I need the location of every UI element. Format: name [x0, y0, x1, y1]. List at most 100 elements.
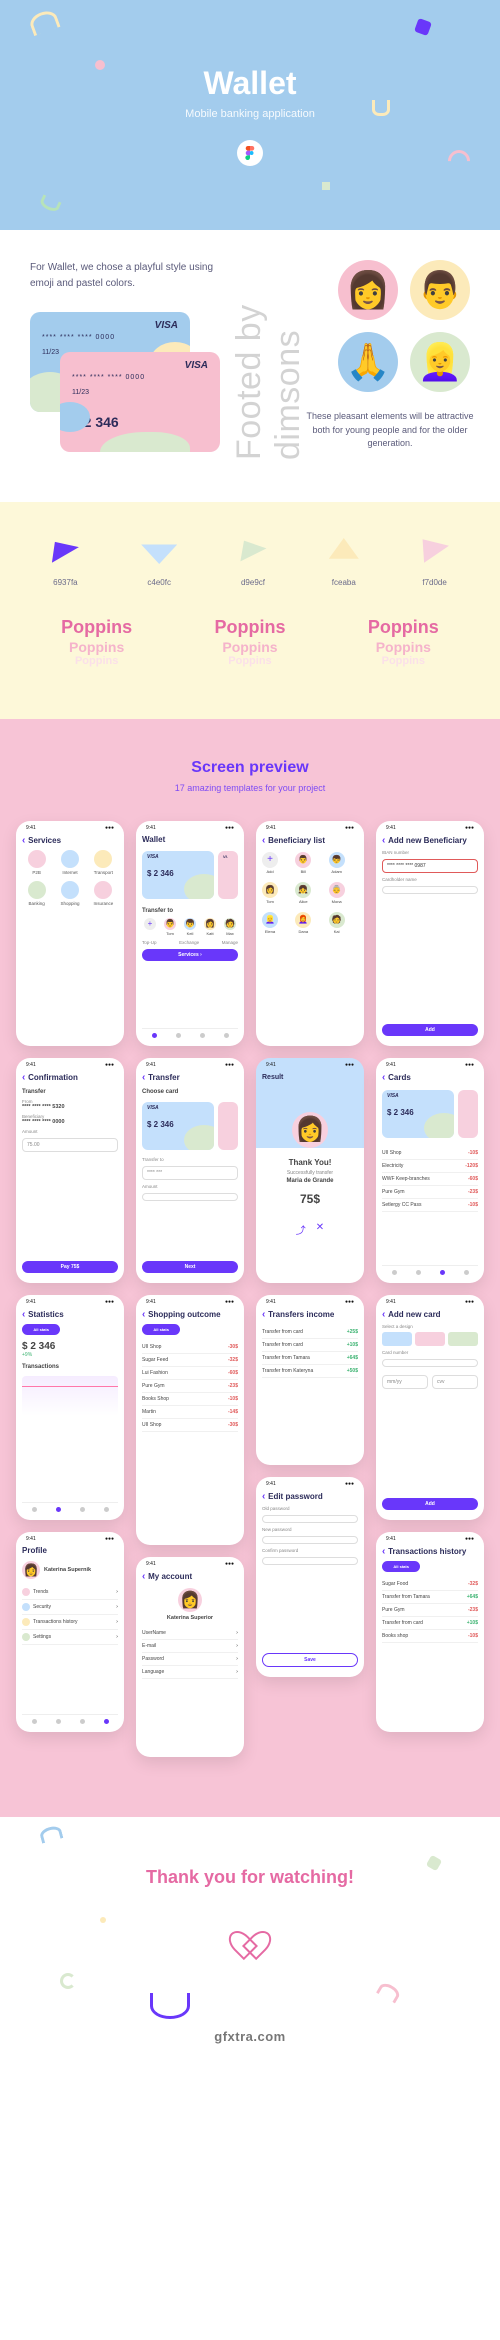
share-icon[interactable]: ⤴	[296, 1222, 306, 1237]
font-samples: Poppins Poppins Poppins Poppins Poppins …	[20, 617, 480, 669]
list-item: Setlergy CC Pass	[382, 1202, 421, 1208]
nav-bar[interactable]	[142, 1028, 238, 1042]
password-field[interactable]	[262, 1536, 358, 1544]
services-button[interactable]: Services ›	[142, 949, 238, 961]
phone-column: 9:41●●● Add new Beneficiary IBAN number …	[376, 821, 484, 1757]
card-brand: VISA	[155, 320, 178, 331]
add-button[interactable]: Add	[382, 1024, 478, 1036]
amount-field[interactable]: 75.00	[22, 1138, 118, 1152]
list-item: Sugar Food	[382, 1581, 408, 1587]
list-item-label[interactable]: Transactions history	[33, 1619, 78, 1625]
service-label: Transport	[94, 870, 113, 875]
contact-name[interactable]: Keil	[187, 931, 194, 936]
phone-title: Transfer	[142, 1072, 238, 1083]
list-item-label[interactable]: Settings	[33, 1634, 51, 1640]
card-balance: $ 2 346	[147, 869, 209, 878]
section-header: Choose card	[142, 1089, 238, 1095]
hero-section: Wallet Mobile banking application	[0, 0, 500, 230]
list-item: UII Shop	[142, 1422, 161, 1428]
card-design-option[interactable]	[382, 1332, 412, 1346]
card-design-option[interactable]	[415, 1332, 445, 1346]
cvv-field[interactable]: cvv	[432, 1375, 478, 1389]
avatar: 👩	[292, 1112, 328, 1148]
pay-button[interactable]: Pay 75$	[22, 1261, 118, 1273]
confetti-shape	[443, 145, 474, 176]
amount: -23$	[468, 1189, 478, 1195]
contact-name[interactable]: Tom	[166, 931, 174, 936]
label: Transactions	[22, 1364, 118, 1370]
amount: -10$	[228, 1396, 238, 1402]
add-button[interactable]: Add	[382, 1498, 478, 1510]
list-item[interactable]: UserName	[142, 1630, 166, 1636]
name-field[interactable]	[382, 886, 478, 894]
font-name: Poppins	[368, 617, 439, 639]
input-field[interactable]: **** ***	[142, 1166, 238, 1180]
confetti-shape	[38, 194, 61, 213]
percentage: +9%	[22, 1352, 118, 1358]
input-field[interactable]	[142, 1193, 238, 1201]
contact[interactable]: Kai	[334, 929, 340, 934]
list-item: Transfer from Tamara	[382, 1594, 430, 1600]
tab-all-stats[interactable]: All stats	[22, 1324, 60, 1335]
amount: 75$	[300, 1192, 320, 1206]
contact[interactable]: Adam	[331, 869, 341, 874]
contact[interactable]: Add	[266, 869, 273, 874]
list-item-label[interactable]: Security	[33, 1604, 51, 1610]
font-sample: Poppins Poppins Poppins	[61, 617, 132, 669]
phone-title: Transfers income	[262, 1309, 358, 1320]
label: IBAN number	[382, 850, 478, 855]
card-design-option[interactable]	[448, 1332, 478, 1346]
footer-section: Thank you for watching!	[0, 1817, 500, 2019]
card-number-field[interactable]	[382, 1359, 478, 1367]
contact-name[interactable]: Katt	[206, 931, 213, 936]
font-name: Poppins	[228, 655, 271, 668]
contact[interactable]: Alice	[299, 899, 308, 904]
card-brand: VISA	[147, 1105, 159, 1111]
list-item[interactable]: Language	[142, 1669, 164, 1675]
label: Card number	[382, 1350, 478, 1355]
confetti-shape	[27, 8, 60, 36]
service-label: Shopping	[60, 901, 79, 906]
list-item-label[interactable]: Trends	[33, 1589, 48, 1595]
save-button[interactable]: Save	[262, 1653, 358, 1667]
contact-name[interactable]: Max	[226, 931, 234, 936]
card-number: **** **** **** 0000	[42, 334, 178, 341]
iban-field[interactable]: **** **** **** 0987	[382, 859, 478, 873]
card-brand: VISA	[185, 360, 208, 371]
next-button[interactable]: Next	[142, 1261, 238, 1273]
nav-bar[interactable]	[22, 1502, 118, 1516]
account-name: Katerina Superior	[167, 1615, 213, 1621]
password-field[interactable]	[262, 1557, 358, 1565]
password-field[interactable]	[262, 1515, 358, 1523]
list-item[interactable]: Password	[142, 1656, 164, 1662]
contact[interactable]: Dana	[299, 929, 309, 934]
tab-all-stats[interactable]: All stats	[142, 1324, 180, 1335]
tab-all-stats[interactable]: All stats	[382, 1561, 420, 1572]
contact[interactable]: Mona	[332, 899, 342, 904]
list-item[interactable]: E-mail	[142, 1643, 156, 1649]
amount: -10$	[468, 1150, 478, 1156]
nav-bar[interactable]	[382, 1265, 478, 1279]
list-item: Sugar Feed	[142, 1357, 168, 1363]
font-name: Poppins	[61, 617, 132, 639]
phone-account: 9:41●●● My account 👩 Katerina Superior U…	[136, 1557, 244, 1757]
nav-bar[interactable]	[22, 1714, 118, 1728]
phone-shopping: 9:41●●● Shopping outcome All stats UII S…	[136, 1295, 244, 1545]
site-link[interactable]: gfxtra.com	[0, 2019, 500, 2052]
date-field[interactable]: mm/yy	[382, 1375, 428, 1389]
service-label: Internet	[62, 870, 77, 875]
close-icon[interactable]: ✕	[316, 1222, 324, 1237]
confetti-shape	[376, 1980, 402, 2003]
contact[interactable]: Bill	[301, 869, 306, 874]
contact[interactable]: Tom	[266, 899, 274, 904]
phone-column: 9:41●●● Wallet VISA$ 2 346 VI. Transfer …	[136, 821, 244, 1757]
phone-history: 9:41●●● Transactions history All stats S…	[376, 1532, 484, 1732]
list-item: Transfer from card	[262, 1329, 303, 1335]
subtext: Successfully transfer	[287, 1170, 333, 1176]
list-item: UII Shop	[142, 1344, 161, 1350]
swatch-hex: fceaba	[332, 578, 356, 587]
thank-you-text: Thank You!	[289, 1158, 332, 1167]
phone-title: Shopping outcome	[142, 1309, 238, 1320]
phone-income: 9:41●●● Transfers income Transfer from c…	[256, 1295, 364, 1465]
contact[interactable]: Elena	[265, 929, 275, 934]
